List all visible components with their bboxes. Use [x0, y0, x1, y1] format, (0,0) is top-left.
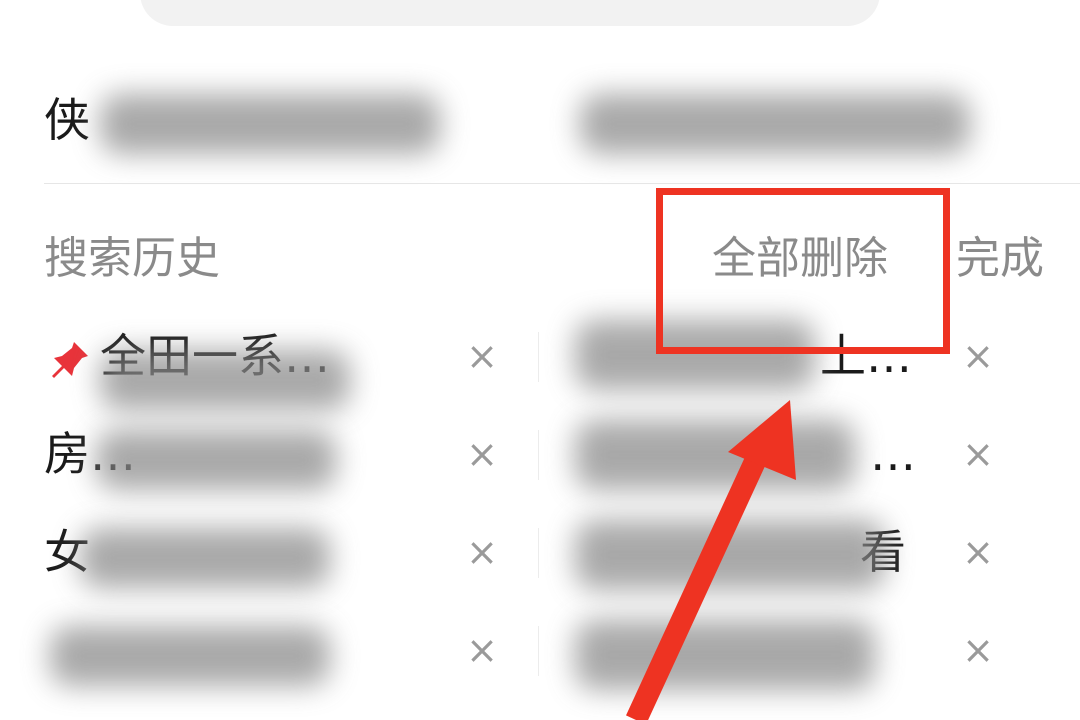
annotation-arrow: [626, 400, 796, 720]
